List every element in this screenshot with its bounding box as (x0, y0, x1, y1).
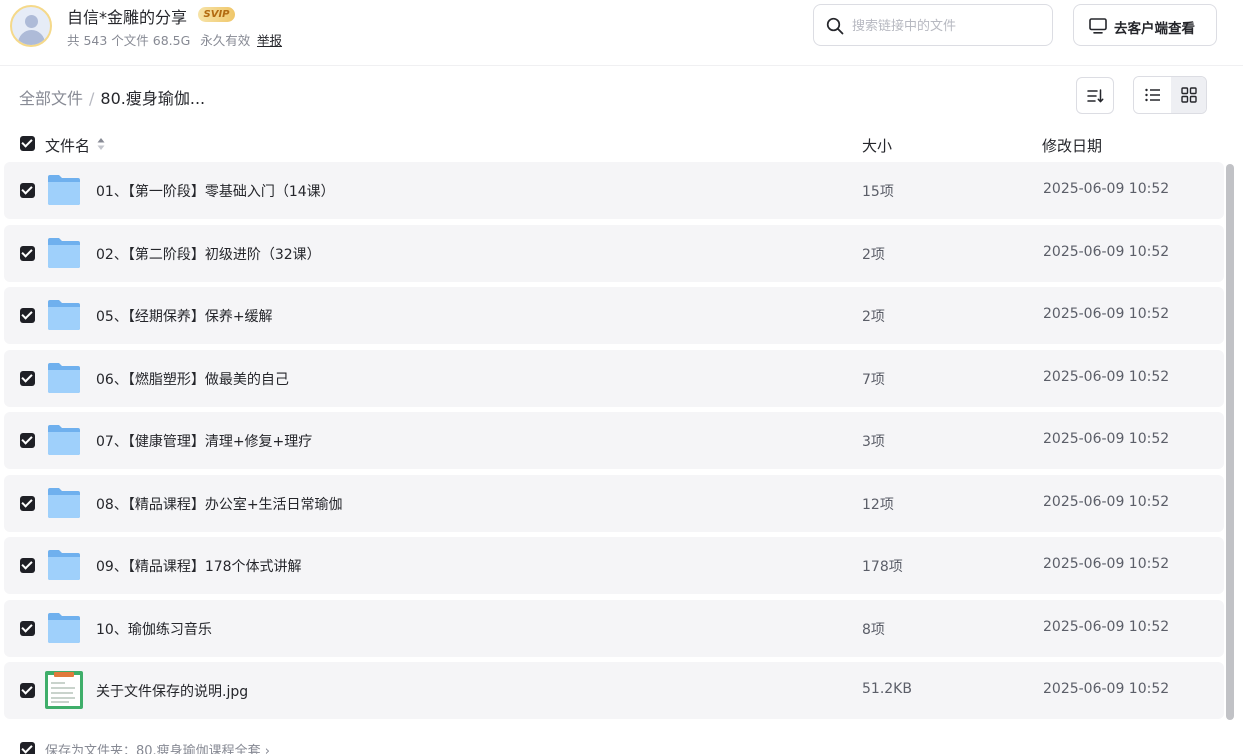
search-icon (826, 17, 844, 35)
file-row[interactable]: 01、【第一阶段】零基础入门（14课） 15项 2025-06-09 10:52 (4, 162, 1224, 219)
grid-view-button[interactable] (1171, 77, 1206, 113)
file-row[interactable]: 02、【第二阶段】初级进阶（32课） 2项 2025-06-09 10:52 (4, 225, 1224, 282)
file-size: 12项 (862, 497, 894, 513)
share-header: 自信*金雕的分享 SVIP 共 543 个文件 68.5G 永久有效 举报 去客… (0, 0, 1243, 66)
file-size: 178项 (862, 559, 903, 575)
image-file-icon (45, 671, 83, 709)
svip-badge: SVIP (198, 7, 235, 22)
avatar-head (25, 15, 38, 28)
row-checkbox[interactable] (20, 433, 35, 448)
file-name[interactable]: 08、【精品课程】办公室+生活日常瑜伽 (96, 494, 343, 514)
file-name[interactable]: 07、【健康管理】清理+修复+理疗 (96, 431, 312, 451)
file-date: 2025-06-09 10:52 (1043, 306, 1170, 322)
file-row[interactable]: 07、【健康管理】清理+修复+理疗 3项 2025-06-09 10:52 (4, 412, 1224, 469)
row-checkbox[interactable] (20, 683, 35, 698)
file-name[interactable]: 关于文件保存的说明.jpg (96, 681, 248, 701)
file-size: 7项 (862, 372, 885, 388)
sort-arrows-icon[interactable] (97, 137, 105, 151)
file-date: 2025-06-09 10:52 (1043, 556, 1170, 572)
file-row[interactable]: 10、瑜伽练习音乐 8项 2025-06-09 10:52 (4, 600, 1224, 657)
file-date: 2025-06-09 10:52 (1043, 181, 1170, 197)
file-date: 2025-06-09 10:52 (1043, 619, 1170, 635)
avatar-body (18, 30, 45, 45)
image-thumb-line (51, 697, 75, 699)
monitor-icon (1089, 18, 1107, 34)
file-date: 2025-06-09 10:52 (1043, 244, 1170, 260)
scrollbar-thumb[interactable] (1226, 164, 1234, 720)
file-row[interactable]: 08、【精品课程】办公室+生活日常瑜伽 12项 2025-06-09 10:52 (4, 475, 1224, 532)
row-checkbox[interactable] (20, 308, 35, 323)
row-checkbox[interactable] (20, 558, 35, 573)
file-row[interactable]: 05、【经期保养】保养+缓解 2项 2025-06-09 10:52 (4, 287, 1224, 344)
folder-icon (48, 238, 80, 268)
file-name[interactable]: 02、【第二阶段】初级进阶（32课） (96, 244, 321, 264)
row-checkbox[interactable] (20, 621, 35, 636)
file-date: 2025-06-09 10:52 (1043, 369, 1170, 385)
column-header-date: 修改日期 (1042, 137, 1103, 155)
folder-icon (48, 300, 80, 330)
folder-icon (48, 550, 80, 580)
search-box[interactable] (813, 4, 1053, 46)
list-view-icon (1144, 88, 1160, 102)
row-checkbox[interactable] (20, 183, 35, 198)
file-date: 2025-06-09 10:52 (1043, 431, 1170, 447)
row-checkbox[interactable] (20, 371, 35, 386)
file-name[interactable]: 10、瑜伽练习音乐 (96, 619, 212, 639)
open-client-button[interactable]: 去客户端查看 (1073, 4, 1217, 46)
column-header-size: 大小 (862, 137, 893, 155)
folder-icon (48, 425, 80, 455)
sort-icon (1087, 88, 1104, 102)
file-size: 3项 (862, 434, 885, 450)
save-folder-checkbox[interactable] (20, 742, 35, 754)
folder-icon (48, 175, 80, 205)
search-input[interactable] (852, 15, 1042, 37)
select-all-checkbox[interactable] (20, 136, 35, 151)
file-row[interactable]: 06、【燃脂塑形】做最美的自己 7项 2025-06-09 10:52 (4, 350, 1224, 407)
grid-view-icon (1181, 87, 1197, 103)
file-size: 51.2KB (862, 681, 912, 697)
file-date: 2025-06-09 10:52 (1043, 494, 1170, 510)
image-thumb-line (51, 682, 65, 684)
row-checkbox[interactable] (20, 246, 35, 261)
file-count: 共 543 个文件 68.5G (67, 33, 191, 48)
file-size: 15项 (862, 184, 894, 200)
avatar[interactable] (10, 5, 52, 47)
file-name[interactable]: 01、【第一阶段】零基础入门（14课） (96, 181, 335, 201)
list-view-button[interactable] (1134, 77, 1171, 113)
image-thumb-line (51, 701, 69, 703)
open-client-label: 去客户端查看 (1114, 21, 1195, 37)
image-thumb-banner (54, 672, 74, 677)
row-checkbox[interactable] (20, 496, 35, 511)
sort-button[interactable] (1076, 77, 1114, 114)
report-link[interactable]: 举报 (257, 30, 282, 49)
image-thumb-line (51, 692, 73, 694)
folder-icon (48, 488, 80, 518)
breadcrumb-root[interactable]: 全部文件 (19, 89, 83, 108)
share-meta: 共 543 个文件 68.5G 永久有效 (67, 30, 256, 49)
file-size: 8项 (862, 622, 885, 638)
validity: 永久有效 (200, 33, 251, 48)
file-row[interactable]: 关于文件保存的说明.jpg 51.2KB 2025-06-09 10:52 (4, 662, 1224, 719)
image-thumb-line (51, 687, 75, 689)
breadcrumb-separator: / (89, 89, 95, 108)
table-header: 文件名 大小 修改日期 (0, 128, 1224, 160)
file-date: 2025-06-09 10:52 (1043, 681, 1170, 697)
breadcrumb: 全部文件 / 80.瘦身瑜伽... (19, 85, 205, 109)
file-row[interactable]: 09、【精品课程】178个体式讲解 178项 2025-06-09 10:52 (4, 537, 1224, 594)
folder-icon (48, 363, 80, 393)
file-size: 2项 (862, 247, 885, 263)
share-title: 自信*金雕的分享 (67, 8, 188, 27)
breadcrumb-current: 80.瘦身瑜伽... (100, 89, 206, 108)
column-header-name[interactable]: 文件名 (45, 135, 90, 156)
file-name[interactable]: 09、【精品课程】178个体式讲解 (96, 556, 302, 576)
folder-icon (48, 613, 80, 643)
file-name[interactable]: 06、【燃脂塑形】做最美的自己 (96, 369, 289, 389)
save-footer: 保存为文件夹：80.瘦身瑜伽课程全套 › (0, 722, 1243, 754)
file-size: 2项 (862, 309, 885, 325)
save-to-folder-link[interactable]: 保存为文件夹：80.瘦身瑜伽课程全套 › (45, 740, 270, 754)
view-toggle (1133, 76, 1207, 114)
file-name[interactable]: 05、【经期保养】保养+缓解 (96, 306, 273, 326)
